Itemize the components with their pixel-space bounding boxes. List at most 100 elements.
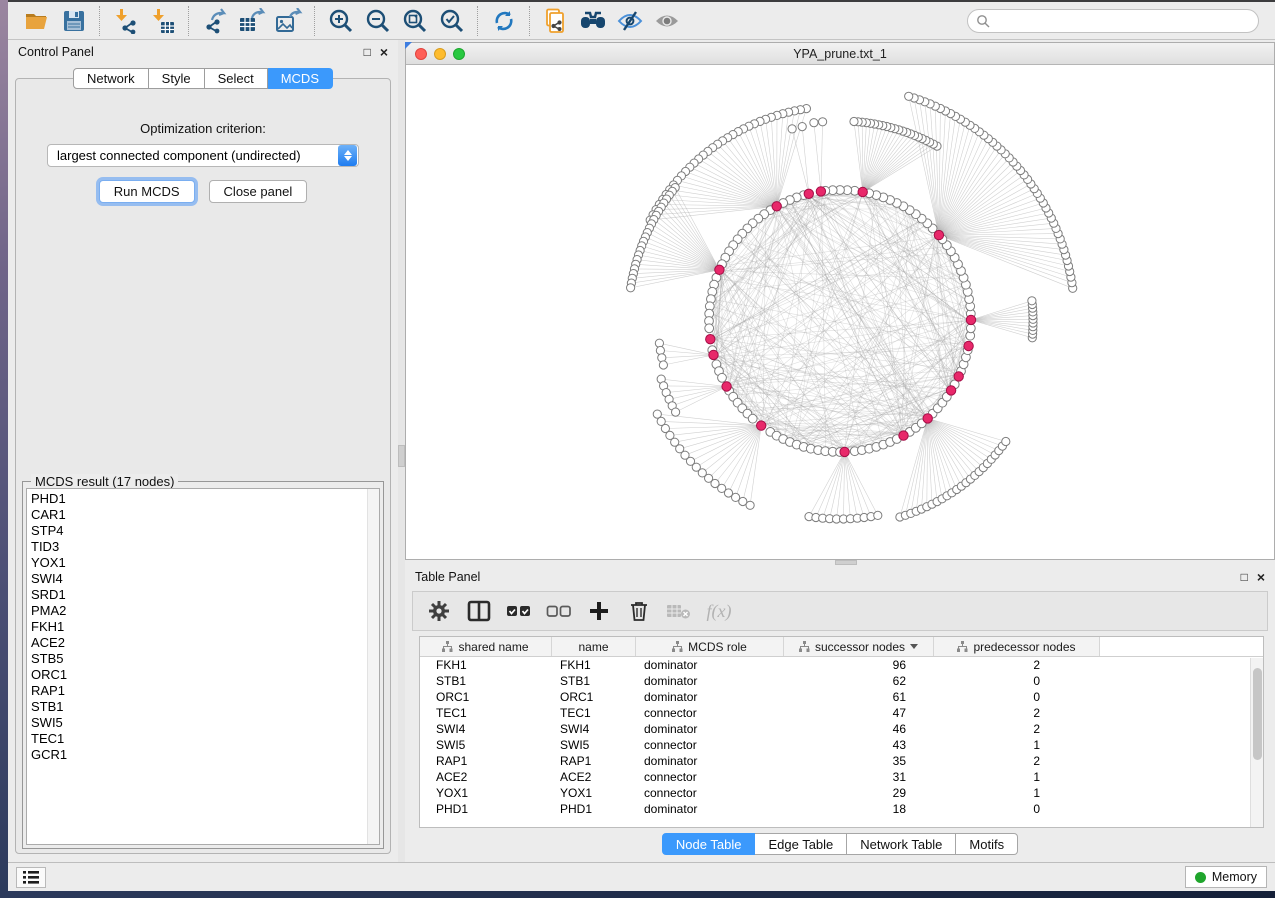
close-panel-button[interactable]: Close panel (209, 180, 308, 203)
mcds-result-list[interactable]: PHD1CAR1STP4TID3YOX1SWI4SRD1PMA2FKH1ACE2… (26, 488, 380, 845)
search-input[interactable] (990, 14, 1250, 28)
deselect-all-icon[interactable] (541, 595, 577, 627)
run-mcds-button[interactable]: Run MCDS (99, 180, 195, 203)
table-row[interactable]: YOX1YOX1connector291 (420, 785, 1263, 801)
task-history-icon[interactable] (16, 867, 46, 888)
mcds-result-item[interactable]: ACE2 (31, 635, 379, 651)
export-network-icon[interactable] (196, 4, 233, 38)
table-cell: RAP1 (420, 753, 552, 769)
control-panel-title: Control Panel (18, 45, 355, 59)
node-table[interactable]: shared name nameMCDS rolesuccessor nodes p… (419, 636, 1264, 828)
tab-network-table[interactable]: Network Table (847, 833, 956, 855)
float-panel-icon[interactable]: □ (364, 46, 371, 58)
binoculars-icon[interactable] (574, 4, 611, 38)
table-cell: SWI4 (420, 721, 552, 737)
column-header-shared-name[interactable]: shared name (420, 637, 552, 656)
tab-select[interactable]: Select (205, 68, 268, 89)
table-row[interactable]: TEC1TEC1connector472 (420, 705, 1263, 721)
mcds-result-item[interactable]: CAR1 (31, 507, 379, 523)
table-cell: connector (636, 785, 784, 801)
memory-button[interactable]: Memory (1185, 866, 1267, 888)
zoom-fit-icon[interactable] (396, 4, 433, 38)
mcds-result-item[interactable]: RAP1 (31, 683, 379, 699)
table-row[interactable]: FKH1FKH1dominator962 (420, 657, 1263, 673)
export-image-icon[interactable] (270, 4, 307, 38)
mcds-result-item[interactable]: ORC1 (31, 667, 379, 683)
delete-table-icon (661, 595, 697, 627)
table-row[interactable]: SWI5SWI5connector431 (420, 737, 1263, 753)
tab-network[interactable]: Network (73, 68, 149, 89)
mcds-result-item[interactable]: PMA2 (31, 603, 379, 619)
shared-column-icon (672, 641, 683, 652)
zoom-in-icon[interactable] (322, 4, 359, 38)
criterion-dropdown[interactable]: largest connected component (undirected) (47, 144, 359, 167)
column-header-name[interactable]: name (552, 637, 636, 656)
column-header-MCDS-role[interactable]: MCDS role (636, 637, 784, 656)
mcds-result-item[interactable]: TEC1 (31, 731, 379, 747)
gear-icon[interactable] (421, 595, 457, 627)
import-table-icon[interactable] (144, 4, 181, 38)
table-row[interactable]: ACE2ACE2connector311 (420, 769, 1263, 785)
save-session-icon[interactable] (55, 4, 92, 38)
zoom-selected-icon[interactable] (433, 4, 470, 38)
mcds-list-scrollbar[interactable] (367, 489, 379, 844)
table-row[interactable]: RAP1RAP1dominator352 (420, 753, 1263, 769)
mcds-result-item[interactable]: STB1 (31, 699, 379, 715)
tab-node-table[interactable]: Node Table (662, 833, 756, 855)
import-network-icon[interactable] (107, 4, 144, 38)
zoom-out-icon[interactable] (359, 4, 396, 38)
preview-eye-icon[interactable] (648, 4, 685, 38)
mcds-result-item[interactable]: YOX1 (31, 555, 379, 571)
mcds-result-item[interactable]: STP4 (31, 523, 379, 539)
mcds-result-item[interactable]: SWI5 (31, 715, 379, 731)
table-row[interactable]: ORC1ORC1dominator610 (420, 689, 1263, 705)
table-cell: ORC1 (552, 689, 636, 705)
column-label: predecessor nodes (973, 640, 1075, 654)
mcds-result-item[interactable]: SWI4 (31, 571, 379, 587)
add-icon[interactable] (581, 595, 617, 627)
focus-corner-marker (405, 42, 412, 49)
open-file-icon[interactable] (18, 4, 55, 38)
column-header-successor-nodes[interactable]: successor nodes (784, 637, 934, 656)
close-panel-icon[interactable]: × (1257, 570, 1265, 584)
show-columns-icon[interactable] (461, 595, 497, 627)
dropdown-stepper-icon (338, 145, 357, 166)
mcds-result-item[interactable]: PHD1 (31, 491, 379, 507)
toolbar-separator (529, 6, 530, 36)
mcds-result-item[interactable]: GCR1 (31, 747, 379, 763)
hide-graphics-icon[interactable] (611, 4, 648, 38)
table-cell: 43 (784, 737, 934, 753)
tab-mcds[interactable]: MCDS (268, 68, 333, 89)
search-field[interactable] (967, 9, 1259, 33)
table-row[interactable]: SWI4SWI4dominator462 (420, 721, 1263, 737)
tab-edge-table[interactable]: Edge Table (755, 833, 847, 855)
table-cell: 2 (934, 753, 1100, 769)
delete-icon[interactable] (621, 595, 657, 627)
table-panel-titlebar: Table Panel □ × (405, 565, 1275, 589)
table-cell: 96 (784, 657, 934, 673)
table-row[interactable]: STB1STB1dominator620 (420, 673, 1263, 689)
scrollbar-thumb[interactable] (1253, 668, 1262, 760)
close-panel-icon[interactable]: × (380, 45, 388, 59)
vertical-splitter[interactable] (398, 40, 405, 862)
table-cell: 0 (934, 673, 1100, 689)
tab-motifs[interactable]: Motifs (956, 833, 1018, 855)
select-all-icon[interactable] (501, 595, 537, 627)
refresh-icon[interactable] (485, 4, 522, 38)
export-table-icon[interactable] (233, 4, 270, 38)
tab-style[interactable]: Style (149, 68, 205, 89)
share-document-icon[interactable] (537, 4, 574, 38)
mcds-result-item[interactable]: TID3 (31, 539, 379, 555)
mcds-result-item[interactable]: STB5 (31, 651, 379, 667)
table-scrollbar[interactable] (1250, 658, 1263, 827)
float-panel-icon[interactable]: □ (1241, 571, 1248, 583)
mcds-result-item[interactable]: SRD1 (31, 587, 379, 603)
table-row[interactable]: PHD1PHD1dominator180 (420, 801, 1263, 817)
criterion-value: largest connected component (undirected) (48, 148, 338, 163)
column-label: shared name (458, 640, 528, 654)
network-canvas[interactable] (406, 65, 1274, 559)
column-header-predecessor-nodes[interactable]: predecessor nodes (934, 637, 1100, 656)
splitter-grip[interactable] (398, 445, 405, 467)
mcds-result-title: MCDS result (17 nodes) (31, 474, 178, 489)
mcds-result-item[interactable]: FKH1 (31, 619, 379, 635)
